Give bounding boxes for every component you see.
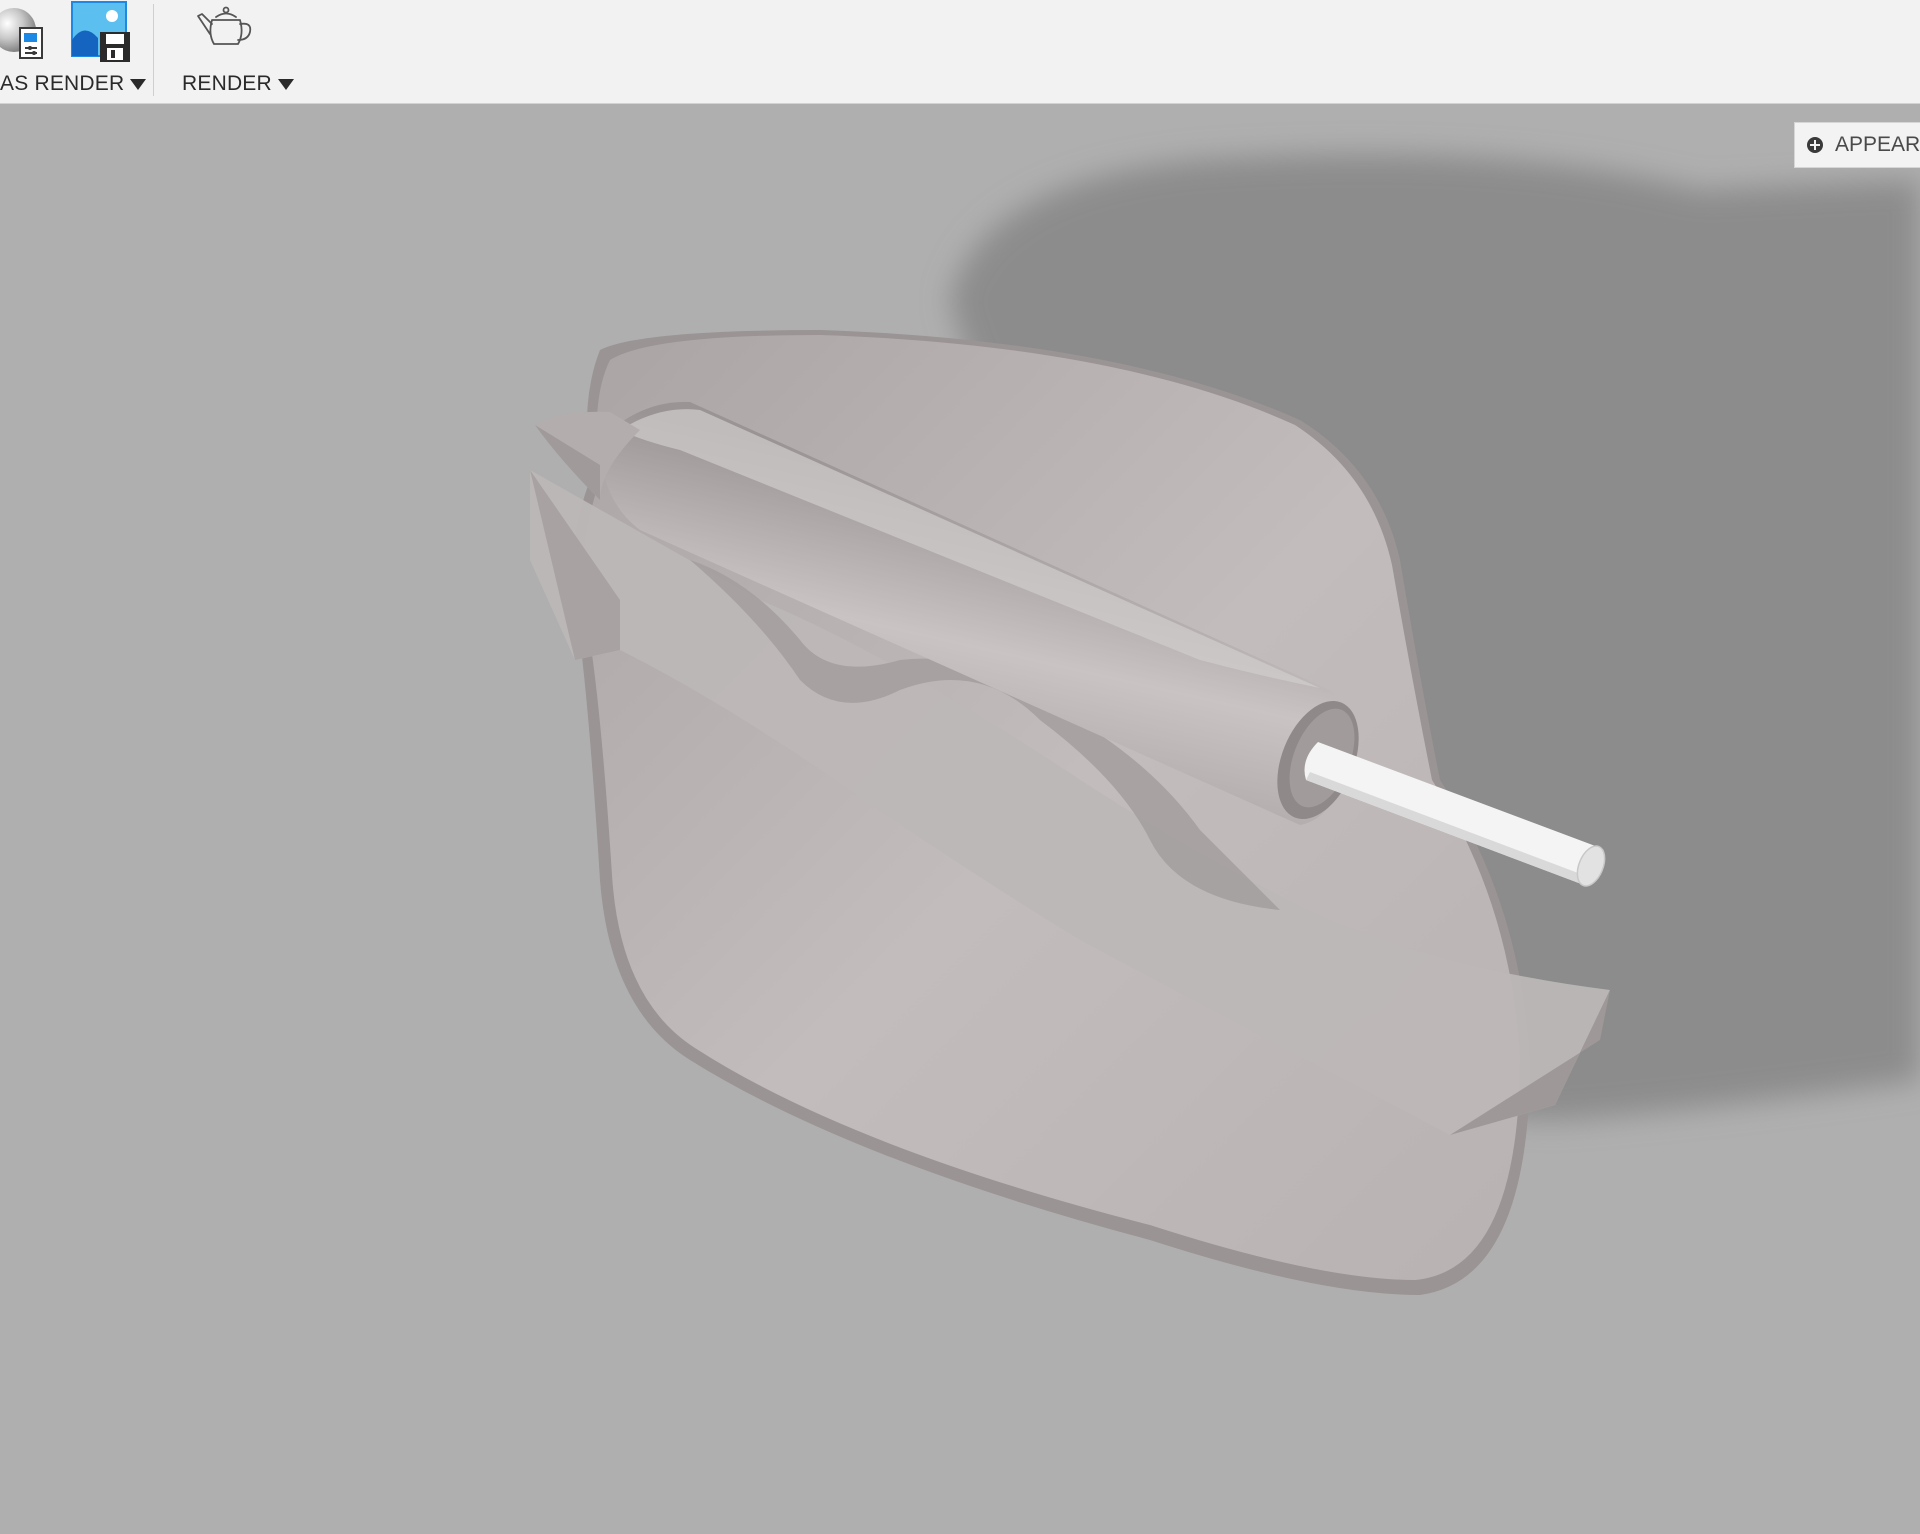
chevron-down-icon	[277, 78, 294, 90]
viewport-scene	[530, 154, 1920, 1295]
expand-plus-icon[interactable]	[1807, 137, 1823, 153]
appearance-label: APPEARA	[1835, 133, 1920, 156]
canvas-render-group[interactable]: AS RENDER	[0, 0, 150, 104]
render-dropdown[interactable]: RENDER	[182, 72, 294, 96]
save-image-icon[interactable]	[70, 0, 130, 66]
appearance-panel-tab[interactable]: APPEARA	[1794, 122, 1920, 168]
teapot-render-icon[interactable]	[192, 0, 272, 66]
canvas-render-dropdown[interactable]: AS RENDER	[0, 72, 147, 96]
render-toolbar: AS RENDER RENDER	[0, 0, 1920, 104]
render-label: RENDER	[182, 72, 272, 95]
toolbar-divider	[153, 4, 154, 96]
render-group[interactable]: RENDER	[170, 0, 294, 104]
render-settings-icon[interactable]	[0, 0, 54, 66]
chevron-down-icon	[130, 78, 147, 90]
fusion-render-workspace: AS RENDER RENDER APPEAR	[0, 0, 1920, 1534]
canvas-render-label: AS RENDER	[0, 72, 125, 95]
render-viewport[interactable]	[0, 104, 1920, 1534]
